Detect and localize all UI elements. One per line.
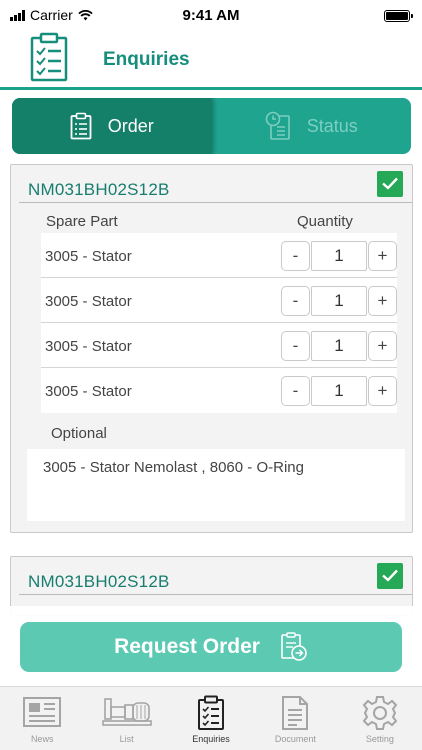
status-time: 9:41 AM (182, 7, 240, 24)
spare-part-row: 3005 - Stator - 1 + (41, 233, 397, 278)
tab-status-label: Status (306, 115, 358, 136)
decrement-button[interactable]: - (281, 376, 310, 406)
decrement-button[interactable]: - (281, 331, 310, 361)
increment-button[interactable]: + (368, 376, 397, 406)
spare-part-name: 3005 - Stator (45, 338, 132, 355)
clock-clipboard-icon (265, 111, 290, 140)
column-headers: Spare Part Quantity (11, 203, 412, 233)
quantity-field[interactable]: 1 (311, 376, 367, 406)
spare-part-name: 3005 - Stator (45, 293, 132, 310)
optional-box: 3005 - Stator Nemolast , 8060 - O-Ring (27, 449, 405, 521)
decrement-button[interactable]: - (281, 241, 310, 271)
checkmark-icon (382, 569, 398, 582)
clipboard-checklist-icon (198, 695, 225, 730)
request-order-label: Request Order (114, 635, 260, 658)
quantity-stepper: - 1 + (281, 241, 397, 271)
increment-button[interactable]: + (368, 286, 397, 316)
quantity-field[interactable]: 1 (311, 286, 367, 316)
nav-news-label: News (30, 734, 54, 744)
optional-label: Optional (51, 425, 107, 442)
quantity-stepper: - 1 + (281, 331, 397, 361)
nav-enquiries[interactable]: Enquiries (169, 687, 253, 750)
quantity-stepper: - 1 + (281, 286, 397, 316)
order-card: NM031BH02S12B Spare Part Quantity 3005 -… (10, 164, 413, 533)
column-spare-part: Spare Part (46, 213, 118, 230)
product-code: NM031BH02S12B (28, 572, 170, 591)
card-header: NM031BH02S12B (19, 557, 412, 595)
pump-machine-icon (101, 698, 152, 726)
gear-icon (362, 696, 398, 730)
request-order-button[interactable]: Request Order (20, 622, 402, 672)
nav-list-label: List (119, 734, 134, 744)
spare-part-name: 3005 - Stator (45, 383, 132, 400)
select-checkbox[interactable] (377, 563, 403, 589)
nav-enquiries-label: Enquiries (192, 734, 230, 744)
optional-text: 3005 - Stator Nemolast , 8060 - O-Ring (43, 459, 304, 476)
quantity-stepper: - 1 + (281, 376, 397, 406)
optional-header: Optional (11, 413, 412, 449)
checkmark-icon (382, 177, 398, 190)
spare-part-name: 3005 - Stator (45, 248, 132, 265)
tab-status[interactable]: Status (212, 98, 412, 154)
newspaper-icon (23, 697, 62, 727)
page-title: Enquiries (103, 49, 190, 70)
spare-part-row: 3005 - Stator - 1 + (41, 368, 397, 413)
document-icon (282, 696, 309, 730)
clipboard-checklist-icon (30, 32, 68, 82)
nav-document-label: Document (274, 734, 316, 744)
quantity-field[interactable]: 1 (311, 331, 367, 361)
order-document-icon (281, 632, 307, 661)
quantity-field[interactable]: 1 (311, 241, 367, 271)
spare-part-row: 3005 - Stator - 1 + (41, 278, 397, 323)
decrement-button[interactable]: - (281, 286, 310, 316)
card-header: NM031BH02S12B (19, 165, 412, 203)
column-quantity: Quantity (297, 213, 353, 230)
select-checkbox[interactable] (377, 171, 403, 197)
nav-setting-label: Setting (365, 734, 394, 744)
increment-button[interactable]: + (368, 331, 397, 361)
tab-order-label: Order (107, 115, 154, 136)
nav-setting[interactable]: Setting (338, 687, 422, 750)
bottom-nav: News List Enquiries Document Setting (0, 686, 422, 750)
tab-order[interactable]: Order (12, 98, 212, 154)
clipboard-icon (70, 112, 92, 140)
battery-icon (384, 10, 413, 22)
app-header: Enquiries (0, 32, 422, 90)
spare-part-row: 3005 - Stator - 1 + (41, 323, 397, 368)
increment-button[interactable]: + (368, 241, 397, 271)
product-code: NM031BH02S12B (28, 180, 170, 199)
nav-document[interactable]: Document (253, 687, 337, 750)
spare-part-list: 3005 - Stator - 1 + 3005 - Stator - 1 + … (41, 233, 397, 413)
nav-news[interactable]: News (0, 687, 84, 750)
nav-list[interactable]: List (84, 687, 168, 750)
status-bar: Carrier 9:41 AM (0, 0, 422, 32)
tab-bar: Order Status (12, 98, 411, 154)
